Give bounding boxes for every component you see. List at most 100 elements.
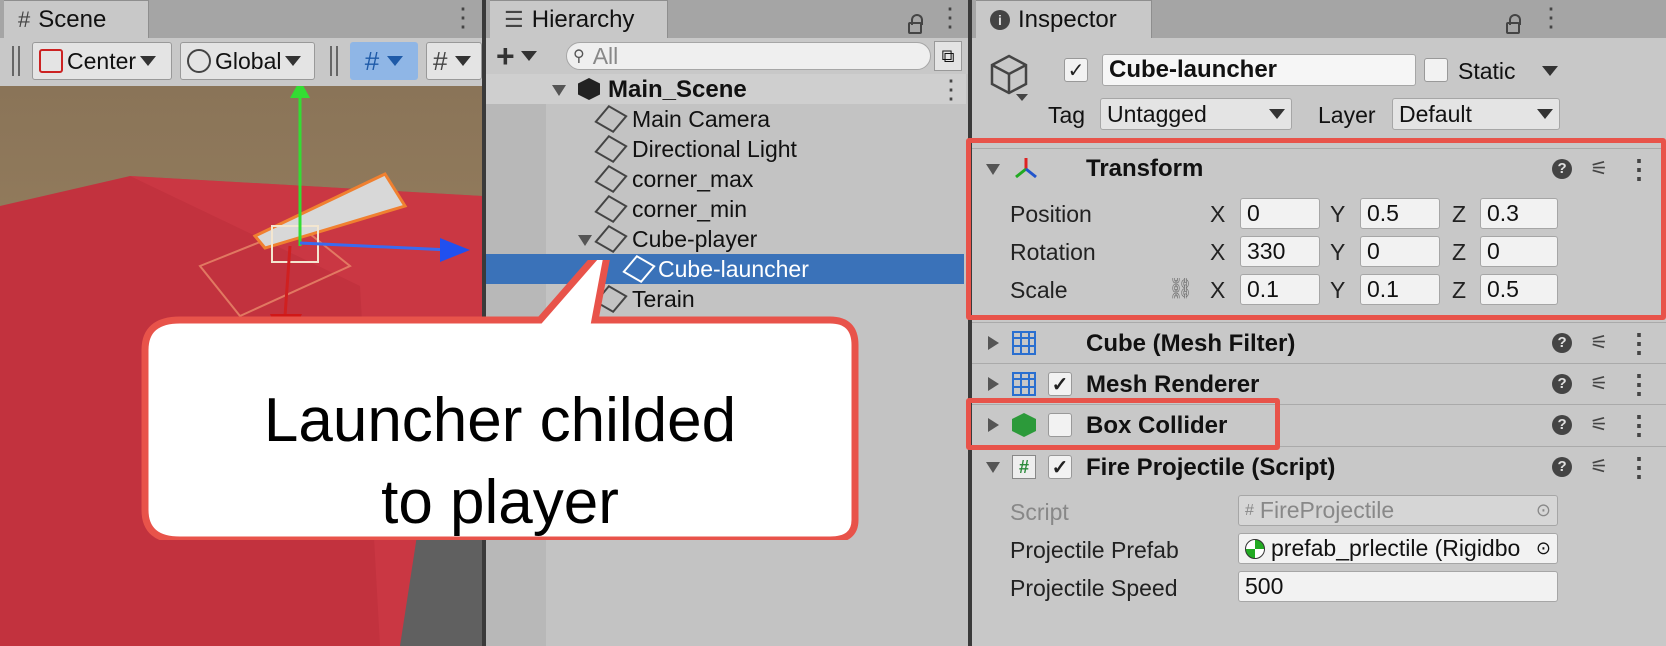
item-label: corner_min (632, 196, 748, 222)
static-checkbox[interactable] (1424, 58, 1448, 82)
expand-arrow-icon[interactable] (552, 85, 566, 96)
chevron-down-icon (285, 56, 302, 66)
tab-inspector[interactable]: i Inspector (976, 0, 1152, 38)
list-item[interactable]: corner_max (486, 164, 966, 194)
gameobject-icon (594, 224, 628, 254)
scene-root-menu-icon[interactable]: ⋮ (938, 76, 964, 102)
static-label: Static (1458, 58, 1516, 84)
list-item[interactable]: corner_min (486, 194, 966, 224)
list-icon: ☰ (504, 6, 524, 32)
lock-icon[interactable] (1504, 14, 1522, 36)
presets-icon[interactable]: ⚟ (1590, 412, 1608, 437)
info-icon: i (990, 9, 1010, 30)
gameobject-icon (594, 194, 628, 224)
unity-scene-icon (578, 78, 600, 100)
fire-projectile-header[interactable]: # ✓ Fire Projectile (Script) ? ⚟ ⋮ (972, 446, 1666, 486)
pivot-center-button[interactable]: Center (32, 42, 172, 80)
component-actions: ? ⚟ ⋮ (1552, 454, 1652, 480)
hierarchy-tab-label: Hierarchy (531, 5, 635, 33)
scene-root-row[interactable]: Main_Scene ⋮ (486, 74, 966, 104)
expand-arrow-icon[interactable] (578, 235, 592, 246)
expand-arrow-icon[interactable] (988, 336, 999, 350)
gameobject-icon (594, 134, 628, 164)
component-actions: ? ⚟ ⋮ (1552, 330, 1652, 356)
layer-dropdown[interactable]: Default (1392, 98, 1560, 130)
presets-icon[interactable]: ⚟ (1590, 454, 1608, 479)
layer-label: Layer (1318, 102, 1376, 128)
expand-arrow-icon[interactable] (988, 377, 999, 391)
grid-snap-button[interactable]: # (350, 42, 418, 80)
global-space-button[interactable]: Global (180, 42, 315, 80)
help-icon[interactable]: ? (1552, 373, 1573, 394)
object-picker-icon[interactable]: ⊙ (1535, 538, 1551, 559)
callout-line-2: to player (381, 468, 619, 537)
help-icon[interactable]: ? (1552, 456, 1573, 477)
mesh-filter-header[interactable]: Cube (Mesh Filter) ? ⚟ ⋮ (972, 322, 1666, 362)
layer-value: Default (1399, 100, 1472, 127)
search-icon: ⚲ (573, 48, 585, 65)
pivot-icon (39, 49, 63, 73)
presets-icon[interactable]: ⚟ (1590, 371, 1608, 396)
component-actions: ? ⚟ ⋮ (1552, 371, 1652, 397)
scene-visibility-button[interactable]: ⧉ (934, 41, 962, 71)
mesh-filter-title: Cube (Mesh Filter) (1086, 330, 1296, 357)
static-dropdown-icon[interactable] (1542, 66, 1558, 76)
scene-tab-label: Scene (38, 5, 107, 33)
inspector-menu-icon[interactable]: ⋮ (1538, 4, 1564, 30)
prefab-label: Projectile Prefab (1010, 537, 1179, 563)
tab-hierarchy[interactable]: ☰ Hierarchy (490, 0, 668, 38)
speed-label: Projectile Speed (1010, 575, 1178, 601)
component-menu-icon[interactable]: ⋮ (1626, 412, 1652, 438)
lock-icon[interactable] (906, 14, 924, 36)
chevron-down-icon (1537, 109, 1553, 119)
scene-root-label: Main_Scene (608, 76, 747, 103)
script-label: Script (1010, 499, 1069, 525)
grid-icon: # (18, 6, 31, 32)
list-item[interactable]: Directional Light (486, 134, 966, 164)
callout-line-1: Launcher childed (263, 386, 737, 455)
speed-field[interactable]: 500 (1238, 571, 1558, 602)
globe-icon (187, 49, 211, 73)
prefab-field[interactable]: prefab_prlectile (Rigidbo ⊙ (1238, 533, 1558, 564)
component-menu-icon[interactable]: ⋮ (1626, 330, 1652, 356)
plus-icon: + (496, 37, 515, 74)
fire-projectile-checkbox[interactable]: ✓ (1048, 455, 1072, 479)
space-label: Global (215, 47, 282, 74)
gameobject-large-icon[interactable] (990, 54, 1028, 101)
object-name-field[interactable]: Cube-launcher (1102, 54, 1416, 86)
toolbar-grip (12, 46, 20, 76)
hierarchy-menu-icon[interactable]: ⋮ (937, 4, 963, 30)
add-button[interactable]: + (496, 38, 537, 74)
tag-value: Untagged (1107, 100, 1207, 127)
help-icon[interactable]: ? (1552, 332, 1573, 353)
mesh-renderer-title: Mesh Renderer (1086, 371, 1260, 398)
item-label: Directional Light (632, 136, 797, 162)
list-item[interactable]: Cube-player (486, 224, 966, 254)
help-icon[interactable]: ? (1552, 414, 1573, 435)
rigidbody-icon (1245, 538, 1265, 559)
chevron-down-icon (387, 56, 404, 66)
presets-icon[interactable]: ⚟ (1590, 330, 1608, 355)
item-label: corner_max (632, 166, 754, 192)
hierarchy-search-input[interactable]: ⚲ All (566, 42, 931, 70)
active-checkbox[interactable]: ✓ (1064, 58, 1088, 82)
hierarchy-toolbar: + ⚲ All ⧉ (486, 38, 968, 74)
transform-highlight-box (966, 138, 1666, 320)
component-menu-icon[interactable]: ⋮ (1626, 454, 1652, 480)
box-collider-highlight-box (966, 398, 1280, 450)
increment-snap-button[interactable]: # (426, 42, 482, 80)
grid-snap-icon: # (364, 45, 380, 76)
tag-label: Tag (1048, 102, 1086, 128)
tab-scene[interactable]: # Scene (4, 0, 149, 38)
mesh-renderer-checkbox[interactable]: ✓ (1048, 372, 1072, 396)
list-item[interactable]: Main Camera (486, 104, 966, 134)
tag-dropdown[interactable]: Untagged (1100, 98, 1292, 130)
snap-icon: # (433, 45, 448, 76)
component-menu-icon[interactable]: ⋮ (1626, 371, 1652, 397)
chevron-down-icon (140, 56, 157, 66)
mesh-renderer-header[interactable]: ✓ Mesh Renderer ? ⚟ ⋮ (972, 363, 1666, 403)
scene-menu-icon[interactable]: ⋮ (450, 4, 476, 30)
inspector-tab-label: Inspector (1018, 5, 1117, 33)
chevron-down-icon (1269, 109, 1285, 119)
collapse-arrow-icon[interactable] (986, 462, 1000, 473)
